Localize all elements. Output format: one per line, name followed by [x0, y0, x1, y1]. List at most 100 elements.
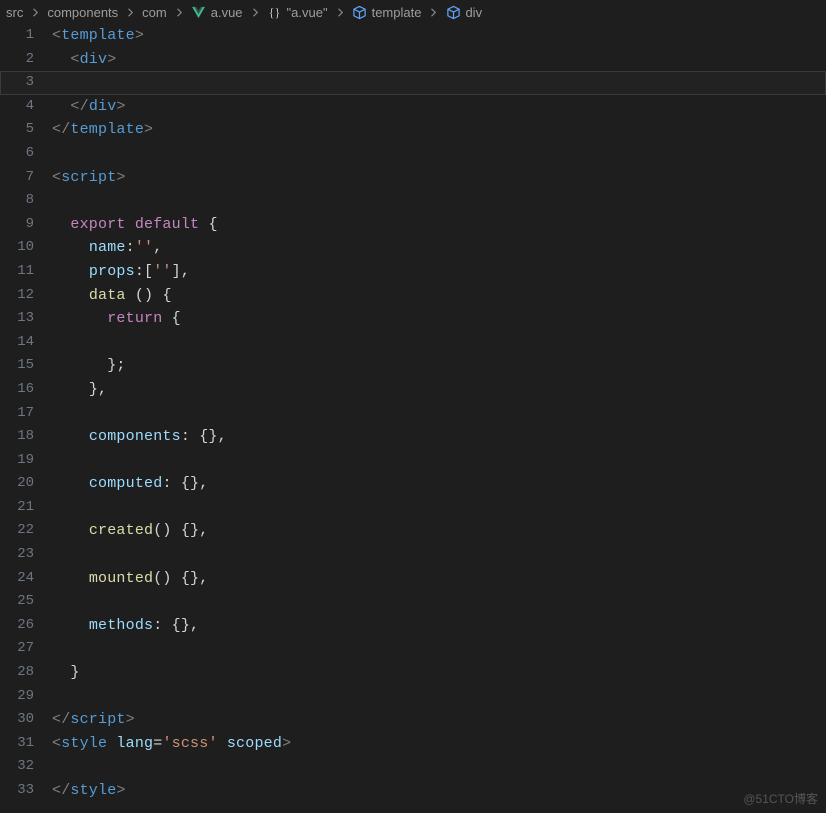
code-content: mounted() {},	[52, 567, 208, 591]
code-line[interactable]: 20 computed: {},	[0, 472, 826, 496]
code-line[interactable]: 29	[0, 685, 826, 709]
line-number: 20	[0, 472, 52, 496]
code-line[interactable]: 19	[0, 449, 826, 473]
line-number: 25	[0, 590, 52, 614]
line-number: 4	[0, 95, 52, 119]
code-content: </div>	[52, 95, 126, 119]
breadcrumb-item[interactable]: {} "a.vue"	[267, 4, 328, 20]
chevron-right-icon	[332, 4, 348, 20]
code-line[interactable]: 8	[0, 189, 826, 213]
svg-text:{}: {}	[269, 5, 281, 19]
code-line[interactable]: 13 return {	[0, 307, 826, 331]
code-content: created() {},	[52, 519, 208, 543]
line-number: 1	[0, 24, 52, 48]
breadcrumb-label: com	[142, 5, 167, 20]
breadcrumb: src components com a.vue {} "a.vue" template di…	[0, 0, 826, 24]
line-number: 28	[0, 661, 52, 685]
chevron-right-icon	[425, 4, 441, 20]
line-number: 13	[0, 307, 52, 331]
code-line[interactable]: 31<style lang='scss' scoped>	[0, 732, 826, 756]
code-line[interactable]: 23	[0, 543, 826, 567]
line-number: 17	[0, 402, 52, 426]
code-content: </template>	[52, 118, 153, 142]
code-line[interactable]: 16 },	[0, 378, 826, 402]
code-content: methods: {},	[52, 614, 199, 638]
cube-icon	[445, 4, 461, 20]
code-content: </style>	[52, 779, 126, 803]
code-content: return {	[52, 307, 181, 331]
breadcrumb-item[interactable]: components	[47, 5, 118, 20]
code-content: <style lang='scss' scoped>	[52, 732, 291, 756]
code-line[interactable]: 21	[0, 496, 826, 520]
code-line[interactable]: 7<script>	[0, 166, 826, 190]
code-line[interactable]: 15 };	[0, 354, 826, 378]
breadcrumb-item[interactable]: src	[6, 5, 23, 20]
code-content: props:[''],	[52, 260, 190, 284]
line-number: 8	[0, 189, 52, 213]
code-editor[interactable]: 1<template>2 <div>34 </div>5</template>6…	[0, 24, 826, 803]
line-number: 33	[0, 779, 52, 803]
code-line[interactable]: 22 created() {},	[0, 519, 826, 543]
code-line[interactable]: 32	[0, 755, 826, 779]
code-line[interactable]: 30</script>	[0, 708, 826, 732]
line-number: 16	[0, 378, 52, 402]
chevron-right-icon	[27, 4, 43, 20]
breadcrumb-label: div	[465, 5, 482, 20]
code-line[interactable]: 17	[0, 402, 826, 426]
line-number: 9	[0, 213, 52, 237]
line-number: 12	[0, 284, 52, 308]
line-number: 21	[0, 496, 52, 520]
chevron-right-icon	[122, 4, 138, 20]
breadcrumb-label: "a.vue"	[287, 5, 328, 20]
code-line[interactable]: 24 mounted() {},	[0, 567, 826, 591]
code-content: <script>	[52, 166, 126, 190]
code-line[interactable]: 4 </div>	[0, 95, 826, 119]
code-content: name:'',	[52, 236, 162, 260]
code-line[interactable]: 26 methods: {},	[0, 614, 826, 638]
code-line[interactable]: 9 export default {	[0, 213, 826, 237]
line-number: 2	[0, 48, 52, 72]
line-number: 11	[0, 260, 52, 284]
code-line[interactable]: 3	[0, 71, 826, 95]
code-line[interactable]: 14	[0, 331, 826, 355]
line-number: 30	[0, 708, 52, 732]
breadcrumb-label: src	[6, 5, 23, 20]
code-line[interactable]: 6	[0, 142, 826, 166]
code-line[interactable]: 1<template>	[0, 24, 826, 48]
watermark: @51CTO博客	[743, 790, 818, 807]
code-line[interactable]: 10 name:'',	[0, 236, 826, 260]
breadcrumb-item[interactable]: div	[445, 4, 482, 20]
code-line[interactable]: 28 }	[0, 661, 826, 685]
breadcrumb-item[interactable]: template	[352, 4, 422, 20]
code-line[interactable]: 12 data () {	[0, 284, 826, 308]
breadcrumb-label: template	[372, 5, 422, 20]
braces-icon: {}	[267, 4, 283, 20]
vue-icon	[191, 4, 207, 20]
line-number: 31	[0, 732, 52, 756]
code-line[interactable]: 11 props:[''],	[0, 260, 826, 284]
breadcrumb-item[interactable]: a.vue	[191, 4, 243, 20]
code-line[interactable]: 33</style>	[0, 779, 826, 803]
code-line[interactable]: 27	[0, 637, 826, 661]
line-number: 23	[0, 543, 52, 567]
code-line[interactable]: 2 <div>	[0, 48, 826, 72]
breadcrumb-item[interactable]: com	[142, 5, 167, 20]
code-content: };	[52, 354, 126, 378]
code-content: data () {	[52, 284, 172, 308]
line-number: 7	[0, 166, 52, 190]
code-content: export default {	[52, 213, 218, 237]
line-number: 32	[0, 755, 52, 779]
line-number: 15	[0, 354, 52, 378]
line-number: 18	[0, 425, 52, 449]
breadcrumb-label: components	[47, 5, 118, 20]
code-line[interactable]: 5</template>	[0, 118, 826, 142]
code-content: </script>	[52, 708, 135, 732]
code-line[interactable]: 25	[0, 590, 826, 614]
code-line[interactable]: 18 components: {},	[0, 425, 826, 449]
line-number: 10	[0, 236, 52, 260]
line-number: 24	[0, 567, 52, 591]
line-number: 19	[0, 449, 52, 473]
line-number: 14	[0, 331, 52, 355]
line-number: 6	[0, 142, 52, 166]
code-content: computed: {},	[52, 472, 208, 496]
